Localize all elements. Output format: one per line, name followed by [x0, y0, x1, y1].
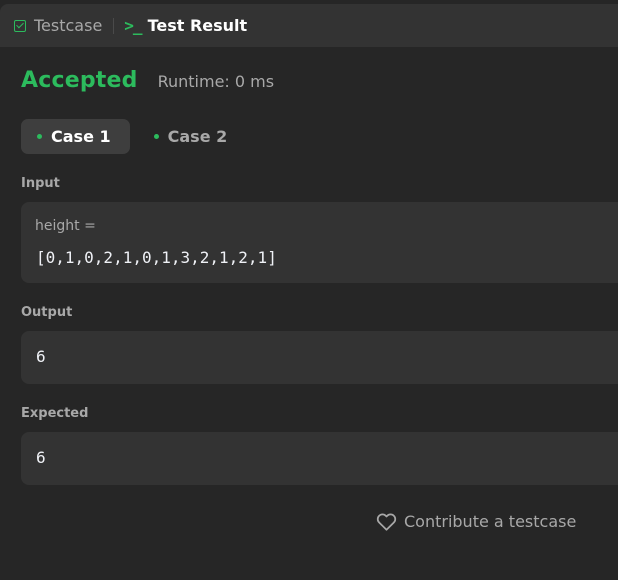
expected-value[interactable]: 6 — [36, 448, 46, 467]
input-value[interactable]: [0,1,0,2,1,0,1,3,2,1,2,1] — [36, 248, 277, 267]
case-tab-1[interactable]: Case 1 — [21, 119, 130, 154]
input-variable-name: height = — [35, 218, 96, 234]
heart-icon — [376, 513, 397, 531]
output-box: 6 — [21, 331, 618, 384]
tab-testcase[interactable]: Testcase — [0, 4, 102, 47]
input-box: height = [0,1,0,2,1,0,1,3,2,1,2,1] — [21, 202, 618, 283]
tab-divider — [113, 17, 115, 34]
panel-tab-bar: Testcase >_ Test Result — [0, 4, 618, 47]
test-result-panel: Testcase >_ Test Result Accepted Runtime… — [0, 0, 618, 580]
result-status: Accepted Runtime: 0 ms — [21, 68, 274, 93]
tab-test-result-label: Test Result — [147, 16, 248, 35]
expected-box: 6 — [21, 432, 618, 485]
case-tab-label: Case 1 — [51, 127, 111, 146]
terminal-icon: >_ — [124, 16, 142, 35]
contribute-testcase-button[interactable]: Contribute a testcase — [376, 512, 576, 531]
tab-testcase-label: Testcase — [34, 16, 103, 35]
input-label: Input — [21, 176, 60, 191]
pass-dot-icon — [37, 134, 42, 139]
expected-label: Expected — [21, 406, 89, 421]
pass-dot-icon — [153, 134, 159, 139]
case-tabs: Case 1 Case 2 — [21, 119, 246, 154]
case-tab-2[interactable]: Case 2 — [138, 119, 247, 154]
output-label: Output — [21, 305, 73, 320]
checkbox-icon — [14, 19, 26, 32]
output-value[interactable]: 6 — [36, 347, 46, 366]
status-verdict: Accepted — [21, 68, 138, 93]
runtime-text: Runtime: 0 ms — [157, 72, 275, 91]
case-tab-label: Case 2 — [167, 127, 228, 146]
tab-test-result[interactable]: >_ Test Result — [124, 4, 247, 47]
contribute-label: Contribute a testcase — [404, 512, 577, 531]
